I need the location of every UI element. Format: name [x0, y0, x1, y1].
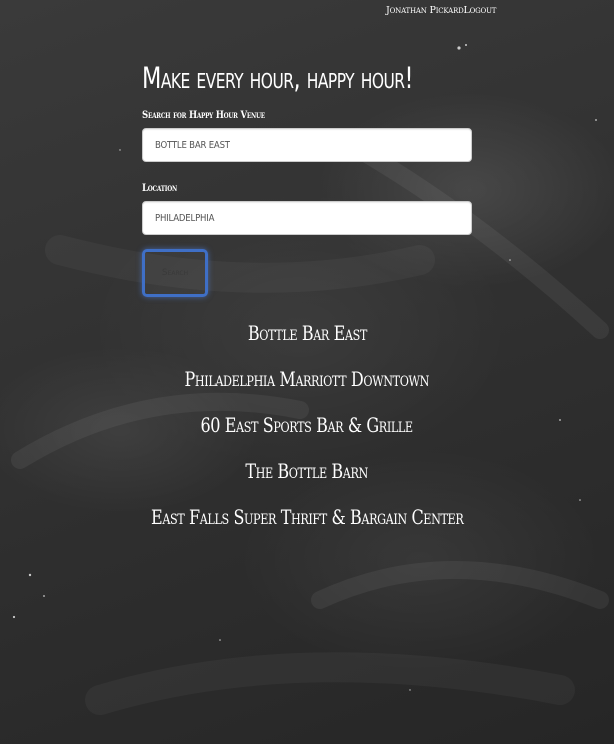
- location-label: Location: [142, 182, 178, 194]
- venue-search-input[interactable]: [142, 128, 472, 162]
- search-button[interactable]: Search: [142, 249, 208, 297]
- page-title: Make every hour, happy hour!: [142, 61, 414, 95]
- result-item[interactable]: Philadelphia Marriott Downtown: [0, 360, 614, 406]
- result-item[interactable]: Bottle Bar East: [0, 314, 614, 360]
- results-list: Bottle Bar East Philadelphia Marriott Do…: [0, 314, 614, 544]
- result-item[interactable]: East Falls Super Thrift & Bargain Center: [0, 498, 614, 544]
- search-panel: Make every hour, happy hour! Search for …: [142, 56, 472, 297]
- top-nav: Jonathan PickardLogout: [386, 5, 496, 16]
- venue-label: Search for Happy Hour Venue: [142, 109, 265, 121]
- result-item[interactable]: The Bottle Barn: [0, 452, 614, 498]
- logout-link[interactable]: Logout: [464, 5, 497, 16]
- user-name-link[interactable]: Jonathan Pickard: [386, 5, 464, 16]
- location-input[interactable]: [142, 201, 472, 235]
- result-item[interactable]: 60 East Sports Bar & Grille: [0, 406, 614, 452]
